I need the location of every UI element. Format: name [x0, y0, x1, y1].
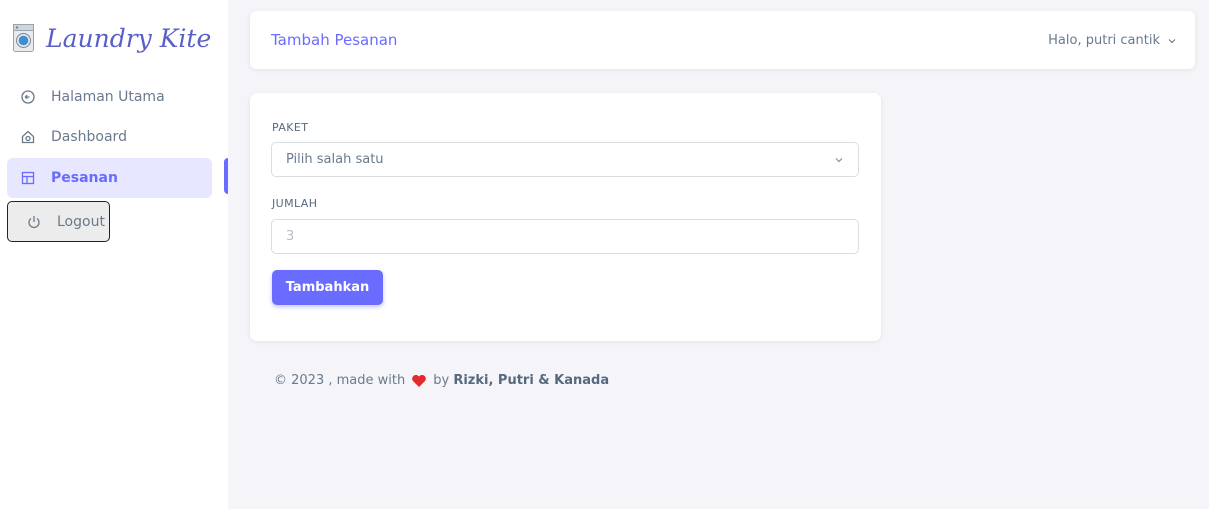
footer: © 2023 , made with by Rizki, Putri & Kan… [274, 373, 609, 388]
sidebar-item-label: Dashboard [51, 129, 127, 145]
jumlah-input[interactable]: 3 [271, 219, 859, 254]
brand-name: Laundry Kite [46, 23, 212, 53]
sidebar-item-label: Logout [57, 213, 105, 230]
arrow-circle-left-icon [20, 89, 36, 105]
footer-by: by [433, 373, 450, 388]
tambahkan-button[interactable]: Tambahkan [272, 270, 383, 305]
order-form-card: PAKET Pilih salah satu JUMLAH 3 Tambahka… [250, 93, 881, 341]
sidebar-item-label: Halaman Utama [51, 89, 165, 105]
paket-select[interactable]: Pilih salah satu [271, 142, 859, 177]
jumlah-placeholder: 3 [286, 229, 295, 244]
user-menu[interactable]: Halo, putri cantik [1048, 33, 1177, 48]
footer-prefix: © 2023 , made with [274, 373, 406, 388]
paket-label: PAKET [272, 121, 309, 134]
sidebar-item-dashboard[interactable]: Dashboard [7, 117, 212, 157]
washing-machine-icon [13, 24, 34, 52]
top-navbar: Tambah Pesanan Halo, putri cantik [250, 11, 1195, 69]
heart-icon [412, 374, 427, 387]
user-greeting: Halo, putri cantik [1048, 33, 1160, 48]
layout-icon [20, 170, 36, 186]
footer-authors[interactable]: Rizki, Putri & Kanada [453, 373, 609, 388]
brand[interactable]: Laundry Kite [13, 20, 211, 56]
jumlah-label: JUMLAH [272, 197, 318, 210]
chevron-down-icon [1168, 38, 1176, 43]
sidebar-item-halaman-utama[interactable]: Halaman Utama [7, 77, 212, 117]
paket-selected-value: Pilih salah satu [286, 152, 384, 167]
power-icon [26, 214, 42, 230]
sidebar: Laundry Kite Halaman Utama Dashboard Pes… [0, 0, 228, 509]
sidebar-item-pesanan[interactable]: Pesanan [7, 158, 212, 198]
sidebar-item-logout[interactable]: Logout [7, 201, 110, 242]
home-icon [20, 129, 36, 145]
active-indicator [224, 158, 228, 194]
page-title: Tambah Pesanan [271, 31, 398, 49]
sidebar-item-label: Pesanan [51, 170, 118, 186]
chevron-down-icon [835, 158, 843, 163]
